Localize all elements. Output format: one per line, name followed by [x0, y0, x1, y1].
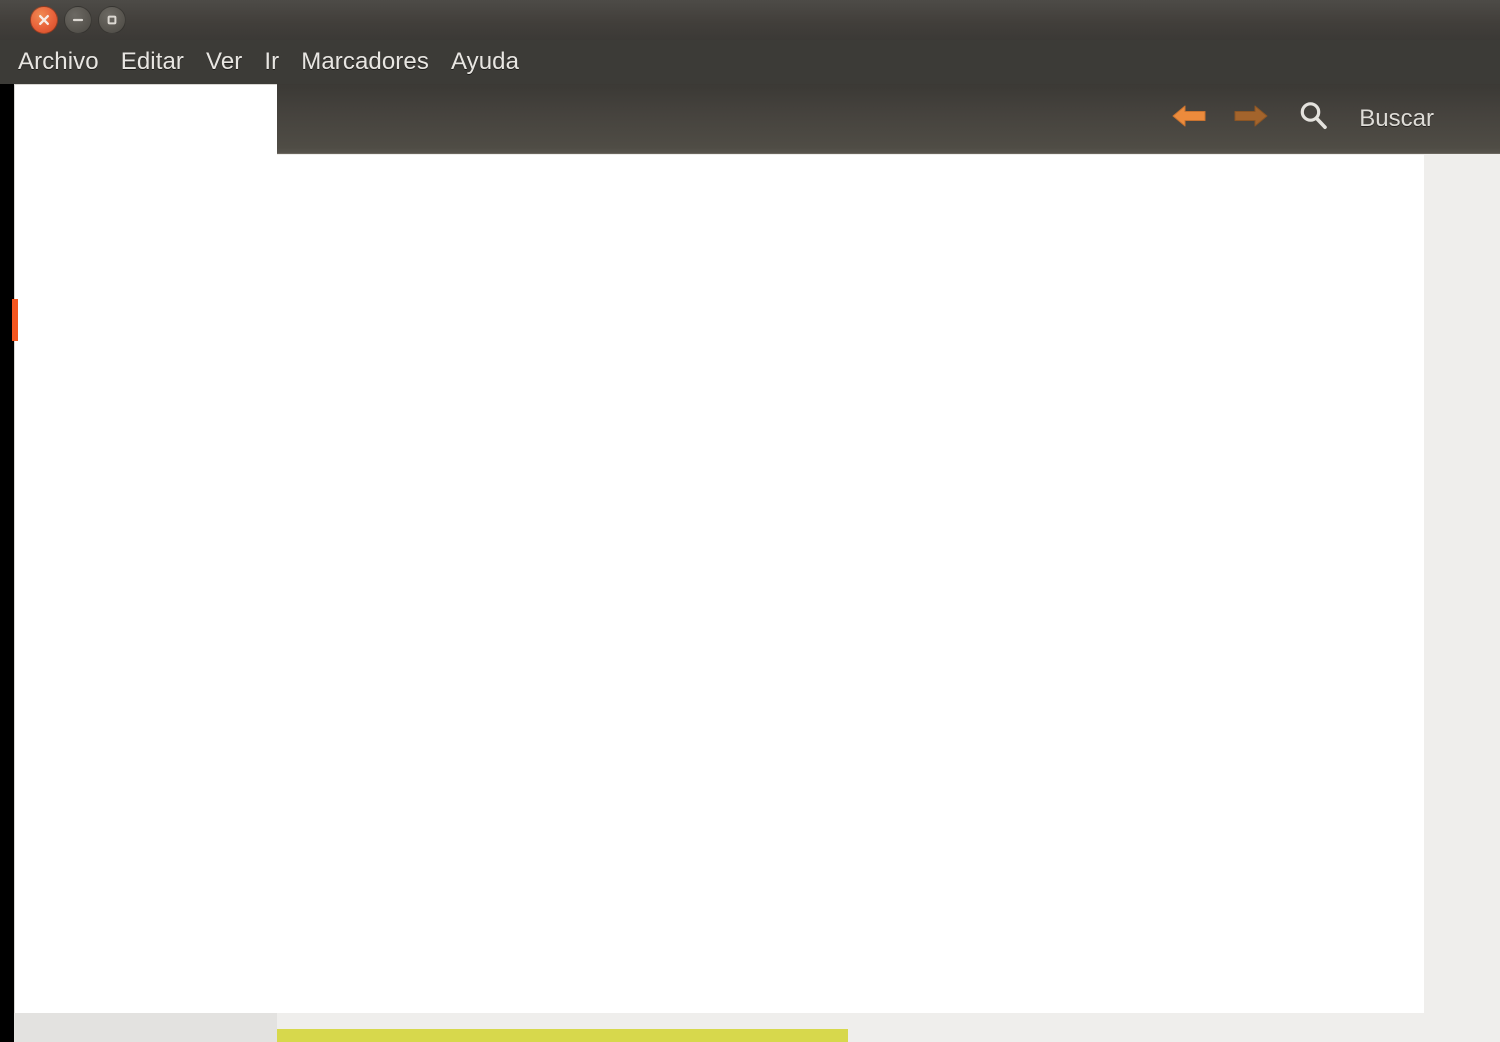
back-button[interactable]	[1167, 97, 1211, 141]
sidebar-footer-strip	[14, 1013, 277, 1029]
menu-item-marcadores[interactable]: Marcadores	[301, 48, 429, 76]
sidebar-selection-marker	[12, 299, 18, 341]
status-bar-sidebar-segment	[14, 1029, 277, 1042]
places-sidebar[interactable]	[12, 155, 278, 1013]
title-bar	[0, 0, 1500, 40]
toolbar: Buscar	[277, 84, 1500, 154]
sidebar-header	[14, 84, 277, 155]
maximize-icon	[105, 13, 119, 27]
menu-item-ayuda[interactable]: Ayuda	[451, 48, 519, 76]
progress-bar-track	[848, 1029, 1500, 1042]
status-bar	[14, 1029, 1500, 1042]
arrow-left-icon	[1170, 101, 1208, 136]
menu-item-editar[interactable]: Editar	[121, 48, 184, 76]
forward-button[interactable]	[1229, 97, 1273, 141]
window-controls	[30, 6, 126, 34]
minimize-button[interactable]	[64, 6, 92, 34]
file-list-view[interactable]	[278, 155, 1424, 1013]
window-body: Buscar	[12, 84, 1500, 1042]
menu-item-ver[interactable]: Ver	[206, 48, 242, 76]
close-button[interactable]	[30, 6, 58, 34]
window-left-border	[0, 84, 14, 1042]
search-icon	[1296, 99, 1330, 138]
content-canvas	[12, 155, 1424, 1013]
file-manager-window: Archivo Editar Ver Ir Marcadores Ayuda B…	[0, 0, 1500, 1042]
menu-item-ir[interactable]: Ir	[264, 48, 279, 76]
search-button[interactable]	[1291, 97, 1335, 141]
close-icon	[37, 13, 51, 27]
content-footer-strip	[277, 1013, 1500, 1029]
minimize-icon	[71, 13, 85, 27]
arrow-right-icon	[1232, 101, 1270, 136]
progress-bar	[277, 1029, 848, 1042]
menu-bar: Archivo Editar Ver Ir Marcadores Ayuda	[0, 40, 1500, 84]
search-label[interactable]: Buscar	[1359, 105, 1434, 133]
menu-item-archivo[interactable]: Archivo	[18, 48, 99, 76]
maximize-button[interactable]	[98, 6, 126, 34]
